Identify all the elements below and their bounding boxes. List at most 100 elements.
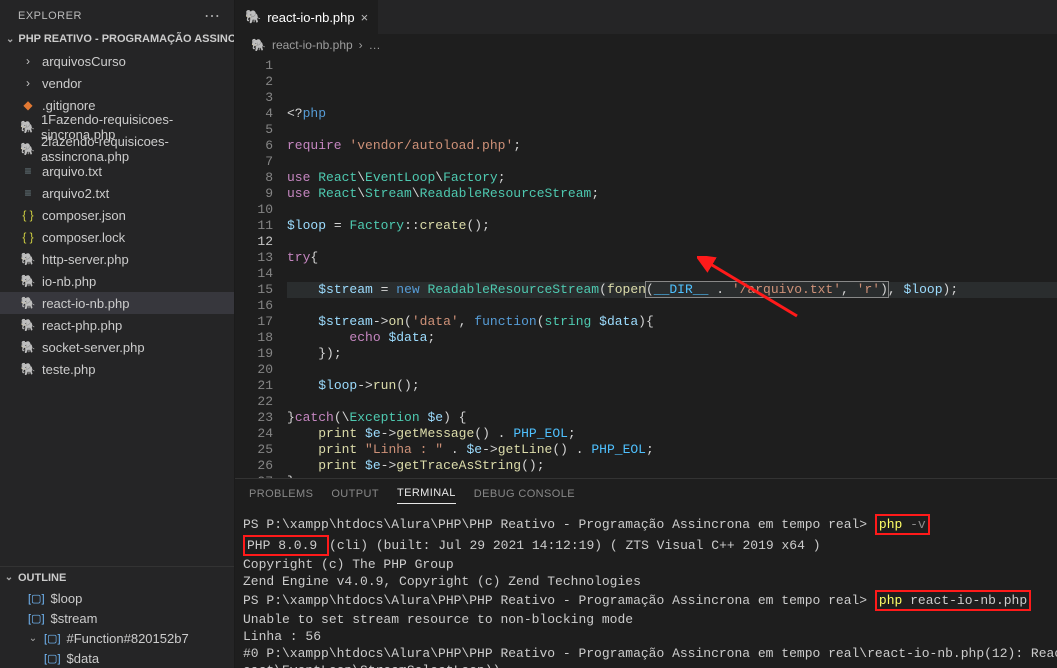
breadcrumb-file: react-io-nb.php	[272, 38, 353, 52]
outline-item[interactable]: [▢] $loop	[0, 588, 234, 608]
panel-tab-terminal[interactable]: TERMINAL	[397, 483, 456, 504]
code-line[interactable]: use React\Stream\ReadableResourceStream;	[287, 186, 1057, 202]
outline-label: $stream	[51, 611, 98, 626]
file-tree-item[interactable]: 🐘socket-server.php	[0, 336, 234, 358]
outline-label: $loop	[51, 591, 83, 606]
file-tree-item[interactable]: ≡arquivo2.txt	[0, 182, 234, 204]
variable-icon: [▢]	[28, 592, 45, 605]
terminal-line: #0 P:\xampp\htdocs\Alura\PHP\PHP Reativo…	[243, 645, 1057, 662]
outline-item[interactable]: [▢] $stream	[0, 608, 234, 628]
terminal-output[interactable]: PS P:\xampp\htdocs\Alura\PHP\PHP Reativo…	[235, 508, 1057, 668]
txt-icon: ≡	[20, 164, 36, 178]
file-tree-item[interactable]: { }composer.json	[0, 204, 234, 226]
code-lines[interactable]: <?php require 'vendor/autoload.php'; use…	[287, 56, 1057, 478]
php-icon: 🐘	[20, 120, 35, 134]
code-line[interactable]	[287, 298, 1057, 314]
php-icon: 🐘	[20, 296, 36, 310]
terminal-line: Zend Engine v4.0.9, Copyright (c) Zend T…	[243, 573, 1057, 590]
tab-label: react-io-nb.php	[267, 10, 354, 25]
file-label: http-server.php	[42, 252, 129, 267]
project-header[interactable]: ⌄ PHP REATIVO - PROGRAMAÇÃO ASSINCRONA E…	[0, 28, 234, 50]
terminal-line: Copyright (c) The PHP Group	[243, 556, 1057, 573]
explorer-title: EXPLORER	[18, 10, 82, 22]
outline-header[interactable]: ⌄ OUTLINE	[0, 566, 234, 588]
code-line[interactable]: print "Linha : " . $e->getLine() . PHP_E…	[287, 442, 1057, 458]
terminal-line: PS P:\xampp\htdocs\Alura\PHP\PHP Reativo…	[243, 514, 1057, 535]
code-editor[interactable]: 1234567891011121314151617181920212223242…	[235, 56, 1057, 478]
code-line[interactable]	[287, 234, 1057, 250]
outline-item[interactable]: [▢]$data	[0, 648, 234, 668]
close-icon[interactable]: ×	[361, 10, 369, 25]
code-line[interactable]: $stream = new ReadableResourceStream(fop…	[287, 282, 1057, 298]
tab-bar: 🐘 react-io-nb.php ×	[235, 0, 1057, 34]
php-icon: 🐘	[20, 362, 36, 376]
file-tree: ›arquivosCurso›vendor◆.gitignore🐘1Fazend…	[0, 50, 234, 566]
code-line[interactable]: require 'vendor/autoload.php';	[287, 138, 1057, 154]
code-line[interactable]: }	[287, 474, 1057, 478]
code-line[interactable]	[287, 202, 1057, 218]
php-icon: 🐘	[20, 252, 36, 266]
outline-item[interactable]: ⌄ [▢] #Function#820152b7	[0, 628, 234, 648]
panel-tab-debug-console[interactable]: DEBUG CONSOLE	[474, 484, 575, 504]
code-line[interactable]: echo $data;	[287, 330, 1057, 346]
terminal-line: PS P:\xampp\htdocs\Alura\PHP\PHP Reativo…	[243, 590, 1057, 611]
code-line[interactable]: print $e->getTraceAsString();	[287, 458, 1057, 474]
explorer-header: EXPLORER ⋯	[0, 0, 234, 28]
chevron-down-icon: ⌄	[4, 572, 14, 583]
file-tree-item[interactable]: 🐘 http-server.php	[0, 248, 234, 270]
php-icon: 🐘	[20, 318, 36, 332]
file-tree-item[interactable]: 🐘io-nb.php	[0, 270, 234, 292]
code-line[interactable]	[287, 394, 1057, 410]
file-label: vendor	[42, 76, 82, 91]
file-tree-item[interactable]: 🐘react-php.php	[0, 314, 234, 336]
main-area: 🐘 react-io-nb.php × 🐘 react-io-nb.php › …	[235, 0, 1057, 668]
file-label: arquivo2.txt	[42, 186, 109, 201]
php-icon: 🐘	[20, 142, 35, 156]
variable-icon: [▢]	[44, 632, 61, 645]
terminal-line: Unable to set stream resource to non-blo…	[243, 611, 1057, 628]
code-line[interactable]	[287, 266, 1057, 282]
outline-title: OUTLINE	[18, 572, 66, 584]
code-line[interactable]	[287, 122, 1057, 138]
file-tree-item[interactable]: ›vendor	[0, 72, 234, 94]
code-line[interactable]: $loop = Factory::create();	[287, 218, 1057, 234]
chevron-down-icon: ⌄	[28, 633, 38, 644]
outline-label: $data	[67, 651, 100, 666]
file-tree-item[interactable]: 🐘 react-io-nb.php	[0, 292, 234, 314]
git-icon: ◆	[20, 98, 36, 112]
file-tree-item[interactable]: 🐘 teste.php	[0, 358, 234, 380]
breadcrumb[interactable]: 🐘 react-io-nb.php › …	[235, 34, 1057, 56]
breadcrumb-rest: …	[369, 38, 381, 52]
chevron-down-icon: ⌄	[6, 34, 14, 45]
panel-tab-output[interactable]: OUTPUT	[331, 484, 379, 504]
file-label: arquivo.txt	[42, 164, 102, 179]
file-tree-item[interactable]: › arquivosCurso	[0, 50, 234, 72]
editor-tab[interactable]: 🐘 react-io-nb.php ×	[235, 0, 379, 34]
file-label: teste.php	[42, 362, 96, 377]
code-line[interactable]: try{	[287, 250, 1057, 266]
php-icon: 🐘	[251, 38, 266, 52]
file-label: .gitignore	[42, 98, 95, 113]
variable-icon: [▢]	[28, 612, 45, 625]
folder-icon: ›	[20, 54, 36, 68]
code-line[interactable]: }catch(\Exception $e) {	[287, 410, 1057, 426]
code-line[interactable]: print $e->getMessage() . PHP_EOL;	[287, 426, 1057, 442]
file-tree-item[interactable]: 🐘2fazendo-requisicoes-assincrona.php	[0, 138, 234, 160]
file-tree-item[interactable]: { }composer.lock	[0, 226, 234, 248]
line-gutter: 1234567891011121314151617181920212223242…	[235, 56, 287, 478]
code-line[interactable]	[287, 154, 1057, 170]
outline-list: [▢] $loop [▢] $stream ⌄ [▢] #Function#820152b7…	[0, 588, 234, 668]
outline-label: #Function#820152b7	[67, 631, 189, 646]
file-label: react-io-nb.php	[42, 296, 129, 311]
code-line[interactable]: });	[287, 346, 1057, 362]
code-line[interactable]	[287, 362, 1057, 378]
panel-tab-problems[interactable]: PROBLEMS	[249, 484, 313, 504]
json-icon: { }	[20, 230, 36, 244]
code-line[interactable]: $stream->on('data', function(string $dat…	[287, 314, 1057, 330]
file-label: arquivosCurso	[42, 54, 126, 69]
code-line[interactable]: $loop->run();	[287, 378, 1057, 394]
file-label: io-nb.php	[42, 274, 96, 289]
explorer-more-icon[interactable]: ⋯	[204, 6, 222, 26]
code-line[interactable]: use React\EventLoop\Factory;	[287, 170, 1057, 186]
code-line[interactable]: <?php	[287, 106, 1057, 122]
